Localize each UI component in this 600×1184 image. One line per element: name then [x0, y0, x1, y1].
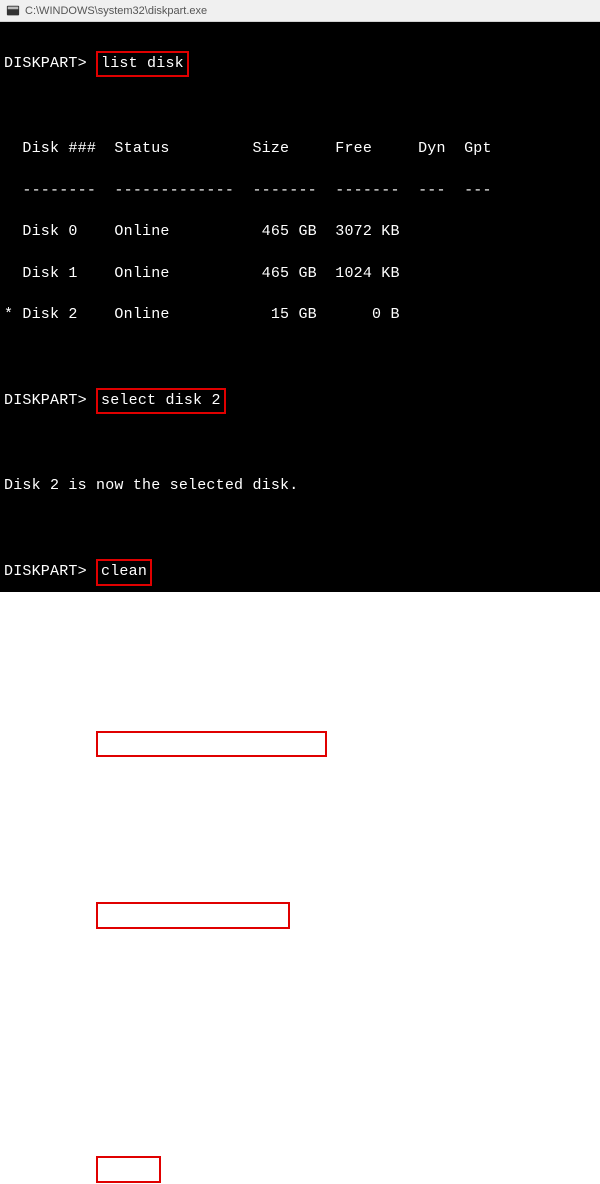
table-row: * Disk 2 Online 15 GB 0 B — [4, 305, 596, 326]
prompt: DISKPART> — [4, 1160, 87, 1177]
blank-line — [4, 346, 596, 367]
progress-text: 100 percent completed — [13, 992, 225, 1009]
table-row: Disk 0 Online 465 GB 3072 KB — [4, 222, 596, 243]
command-assign: assign — [96, 1156, 161, 1183]
terminal-output[interactable]: DISKPART> list disk Disk ### Status Size… — [0, 22, 600, 592]
table-divider: -------- ------------- ------- ------- -… — [4, 181, 596, 202]
blank-line — [4, 861, 596, 882]
output-create: DiskPart succeeded in creating the speci… — [4, 819, 596, 840]
output-format-progress: 100 percent completed — [4, 991, 596, 1012]
prompt: DISKPART> — [4, 392, 87, 409]
prompt-line: DISKPART> list disk — [4, 51, 596, 78]
window-title: C:\WINDOWS\system32\diskpart.exe — [25, 5, 207, 17]
blank-line — [4, 607, 596, 628]
cursor — [4, 1007, 13, 1010]
command-select-disk: select disk 2 — [96, 388, 226, 415]
table-header: Disk ### Status Size Free Dyn Gpt — [4, 139, 596, 160]
prompt: DISKPART> — [4, 563, 87, 580]
prompt: DISKPART> — [4, 55, 87, 72]
blank-line — [4, 98, 596, 119]
window-titlebar: C:\WINDOWS\system32\diskpart.exe — [0, 0, 600, 22]
command-list-disk: list disk — [96, 51, 189, 78]
blank-line — [4, 778, 596, 799]
table-row: Disk 1 Online 465 GB 1024 KB — [4, 264, 596, 285]
output-selected: Disk 2 is now the selected disk. — [4, 476, 596, 497]
prompt-line: DISKPART> Format fs=NTFS Quick — [4, 902, 596, 929]
output-format: DiskPart successfully formatted the volu… — [4, 1074, 596, 1095]
blank-line — [4, 950, 596, 971]
blank-line — [4, 689, 596, 710]
prompt: DISKPART> — [4, 906, 87, 923]
command-create-partition: create partition primary — [96, 731, 327, 758]
blank-line — [4, 1115, 596, 1136]
command-format: Format fs=NTFS Quick — [96, 902, 290, 929]
prompt-line: DISKPART> assign — [4, 1156, 596, 1183]
blank-line — [4, 518, 596, 539]
command-clean: clean — [96, 559, 152, 586]
prompt-line: DISKPART> clean — [4, 559, 596, 586]
app-icon — [6, 4, 20, 18]
prompt-line: DISKPART> create partition primary — [4, 731, 596, 758]
blank-line — [4, 435, 596, 456]
prompt-line: DISKPART> select disk 2 — [4, 388, 596, 415]
prompt: DISKPART> — [4, 735, 87, 752]
output-clean: DiskPart succeeded in cleaning the disk. — [4, 648, 596, 669]
blank-line — [4, 1032, 596, 1053]
